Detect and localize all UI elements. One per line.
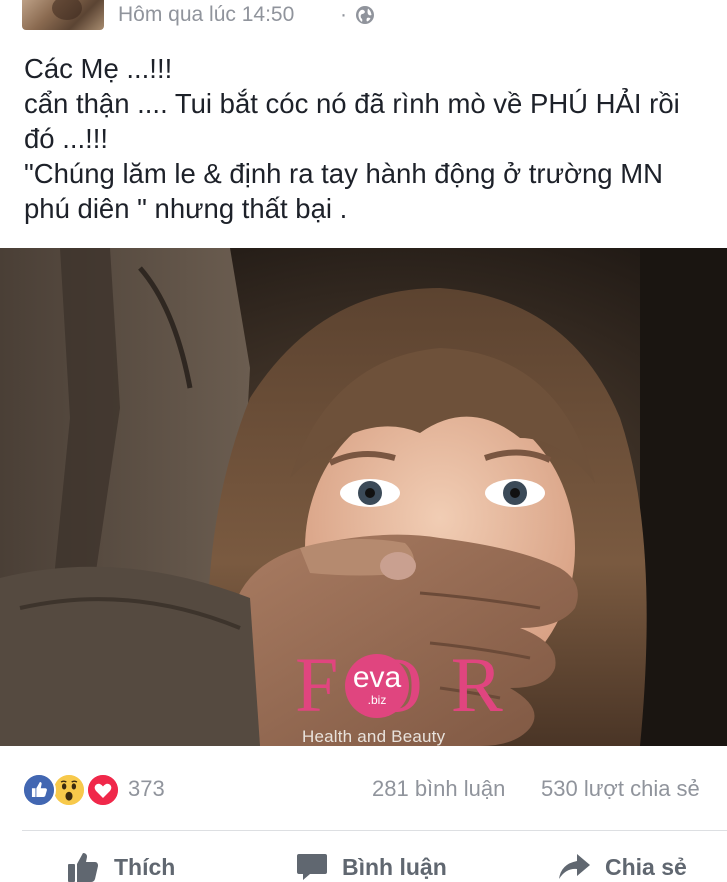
globe-icon[interactable] bbox=[355, 5, 375, 25]
thumbs-up-icon bbox=[68, 853, 98, 882]
like-icon[interactable] bbox=[22, 773, 56, 807]
wow-icon[interactable] bbox=[52, 773, 86, 807]
watermark-for: FOR bbox=[295, 641, 531, 728]
post-line: Các Mẹ ...!!! bbox=[24, 53, 173, 84]
avatar[interactable] bbox=[22, 0, 104, 30]
share-label: Chia sẻ bbox=[605, 853, 687, 880]
post-timestamp[interactable]: Hôm qua lúc 14:50 bbox=[118, 3, 294, 27]
post-header: Hôm qua lúc 14:50 · bbox=[0, 0, 727, 36]
reaction-count[interactable]: 373 bbox=[128, 776, 165, 802]
comment-count[interactable]: 281 bình luận bbox=[372, 776, 505, 802]
comment-label: Bình luận bbox=[342, 853, 447, 880]
action-bar: Thích Bình luận Chia sẻ bbox=[0, 840, 727, 882]
love-icon[interactable] bbox=[86, 773, 120, 807]
facebook-post: Hôm qua lúc 14:50 · Các Mẹ ...!!! cẩn th… bbox=[0, 0, 727, 882]
reaction-summary: 373 281 bình luận 530 lượt chia sẻ bbox=[0, 760, 727, 820]
divider bbox=[22, 830, 727, 831]
post-line: đó ...!!! bbox=[24, 123, 109, 154]
share-count[interactable]: 530 lượt chia sẻ bbox=[541, 776, 700, 802]
post-line: phú diên " nhưng thất bại . bbox=[24, 193, 348, 224]
comment-button[interactable]: Bình luận bbox=[296, 850, 447, 882]
post-line: "Chúng lăm le & định ra tay hành động ở … bbox=[24, 158, 664, 189]
like-button[interactable]: Thích bbox=[66, 850, 175, 882]
watermark-tagline: Health and Beauty bbox=[302, 727, 446, 746]
like-label: Thích bbox=[114, 853, 176, 880]
separator-dot: · bbox=[340, 3, 347, 26]
share-button[interactable]: Chia sẻ bbox=[557, 850, 687, 882]
post-message: Các Mẹ ...!!! cẩn thận .... Tui bắt cóc … bbox=[24, 51, 714, 226]
watermark-eva: eva bbox=[352, 661, 402, 694]
comment-icon bbox=[297, 854, 327, 880]
share-arrow-icon bbox=[559, 854, 590, 879]
post-line: cẩn thận .... Tui bắt cóc nó đã rình mò … bbox=[24, 88, 680, 119]
watermark-eva-badge: eva .biz bbox=[345, 654, 409, 718]
